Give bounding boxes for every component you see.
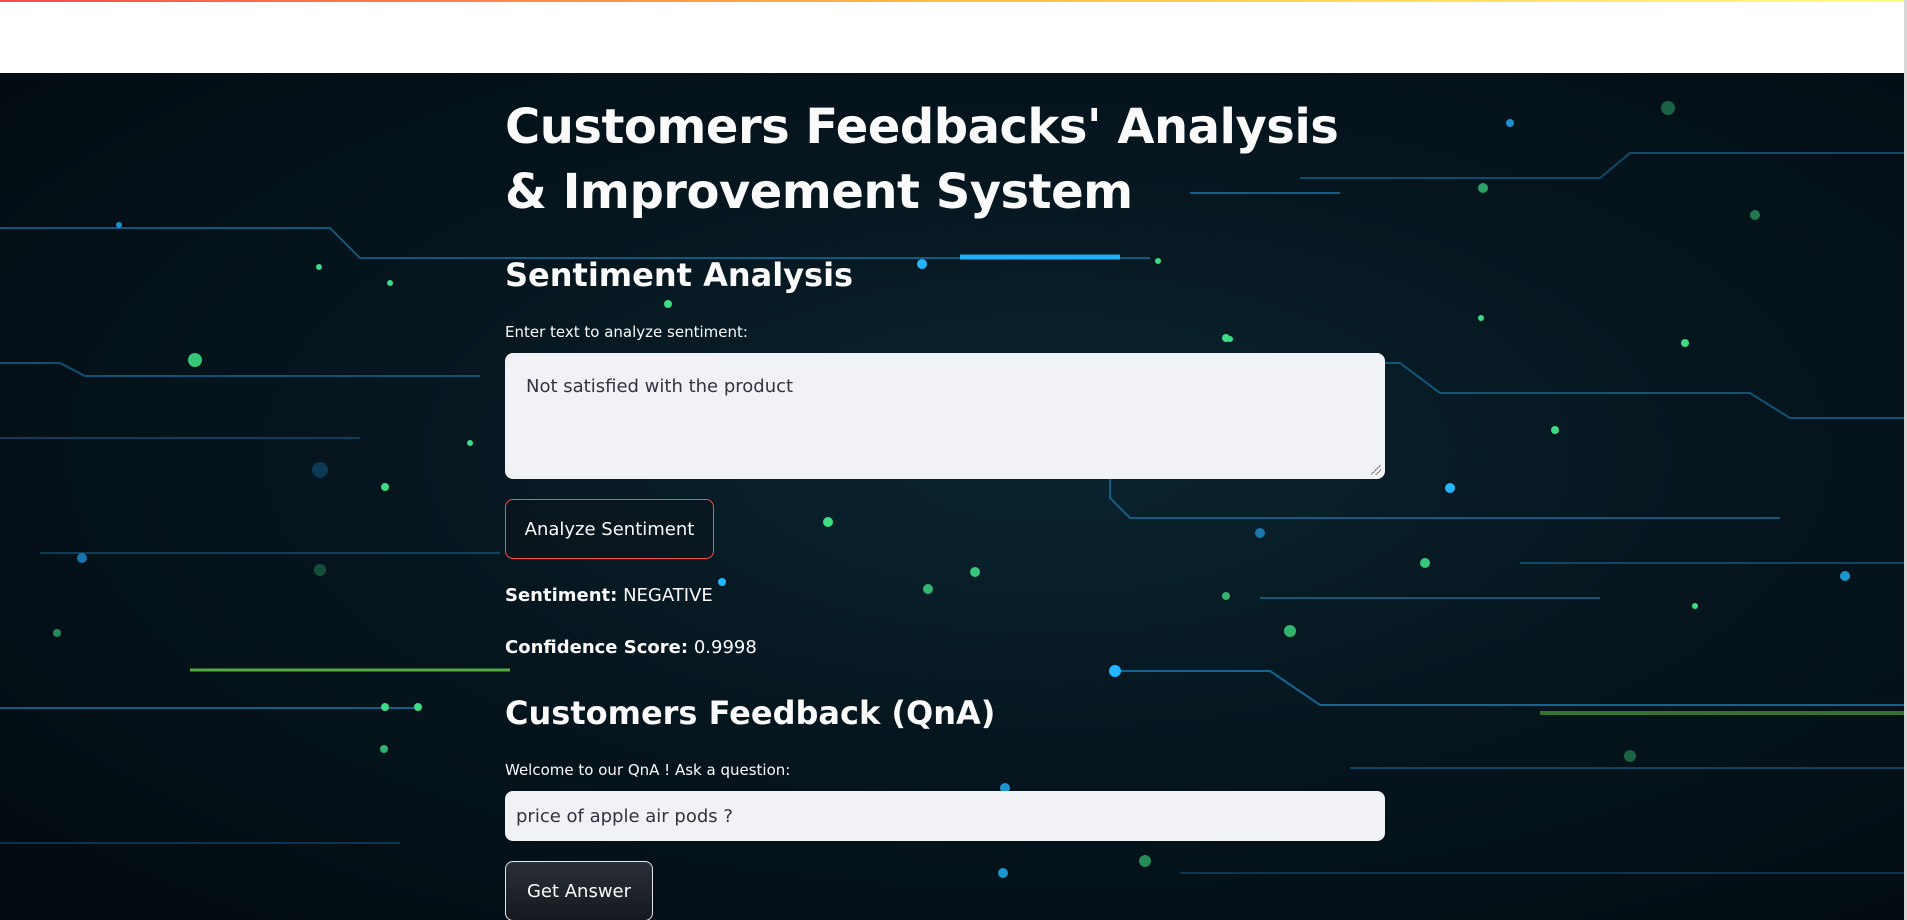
sentiment-text-area[interactable]: Not satisfied with the product xyxy=(505,353,1385,479)
main-view: Customers Feedbacks' Analysis & Improvem… xyxy=(0,73,1904,920)
sentiment-result: Sentiment: NEGATIVE xyxy=(505,585,713,606)
confidence-score: Confidence Score: 0.9998 xyxy=(505,637,757,658)
question-input-value: price of apple air pods ? xyxy=(516,805,733,827)
page-title: Customers Feedbacks' Analysis & Improvem… xyxy=(505,99,1339,220)
get-answer-button[interactable]: Get Answer xyxy=(505,861,653,920)
app-header xyxy=(0,0,1907,73)
sentiment-section-heading: Sentiment Analysis xyxy=(505,256,854,294)
confidence-score-label: Confidence Score: xyxy=(505,637,689,658)
sentiment-text-value: Not satisfied with the product xyxy=(526,376,794,397)
qna-section-heading: Customers Feedback (QnA) xyxy=(505,694,996,732)
qna-input-label: Welcome to our QnA ! Ask a question: xyxy=(505,761,791,779)
sentiment-result-label: Sentiment: xyxy=(505,585,618,606)
sentiment-result-value: NEGATIVE xyxy=(623,585,713,606)
resize-grip-icon[interactable] xyxy=(1371,465,1381,475)
confidence-score-value: 0.9998 xyxy=(693,637,757,658)
header-decoration-stripe xyxy=(0,0,1907,2)
sentiment-input-label: Enter text to analyze sentiment: xyxy=(505,323,748,341)
analyze-sentiment-button[interactable]: Analyze Sentiment xyxy=(505,499,714,559)
question-input[interactable]: price of apple air pods ? xyxy=(505,791,1385,841)
